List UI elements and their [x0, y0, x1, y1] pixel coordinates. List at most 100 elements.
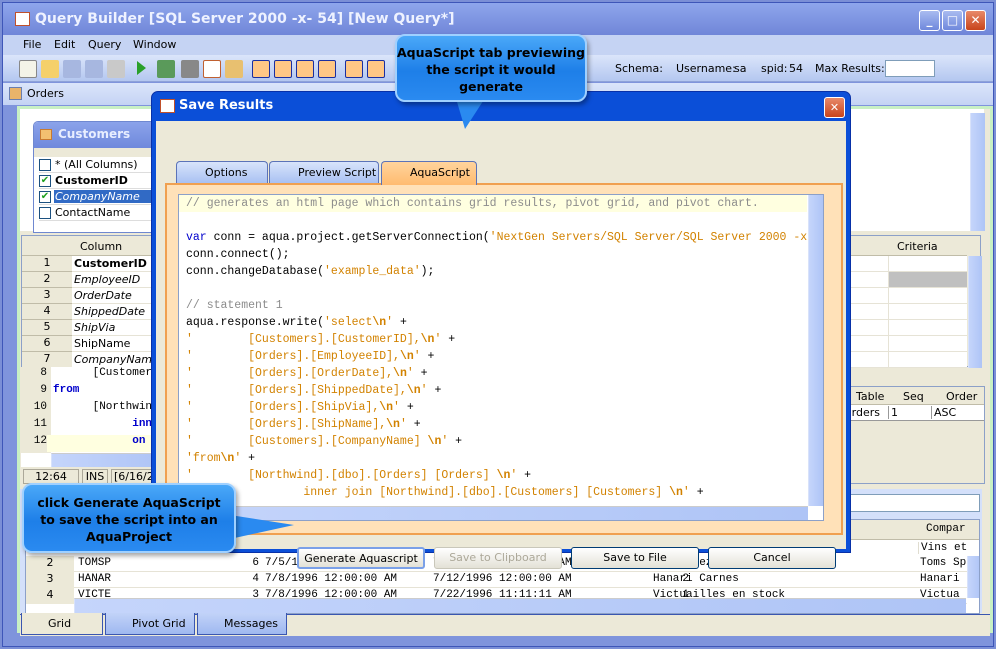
criteria-scrollbar[interactable] — [968, 256, 982, 368]
code-token: conn = aqua.project.getServerConnection( — [206, 231, 490, 244]
line-number: 12 — [21, 435, 47, 452]
add-table-icon[interactable] — [225, 60, 243, 78]
tab-pivot-grid[interactable]: Pivot Grid — [105, 613, 195, 635]
code-line: ' inner join [Northwind].[dbo].[Customer… — [184, 484, 807, 501]
tab-label: AquaScript — [410, 166, 470, 179]
code-line: // statement 1 — [184, 297, 807, 314]
sort-icon[interactable] — [367, 60, 385, 78]
code-line: // generates an html page which contains… — [184, 195, 807, 212]
minimize-button[interactable]: _ — [919, 10, 940, 31]
cursor-position: 12:64 — [23, 469, 79, 484]
save-to-clipboard-button[interactable]: Save to Clipboard — [434, 547, 562, 569]
diagram-scrollbar[interactable] — [970, 113, 985, 231]
tab-label: Options — [205, 166, 248, 179]
criteria-cell[interactable] — [888, 336, 967, 351]
new-query-icon[interactable] — [19, 60, 37, 78]
result-cell: 4 — [252, 573, 259, 585]
open-folder-icon[interactable] — [41, 60, 59, 78]
max-results-label: Max Results: — [815, 62, 885, 75]
execute-current-icon[interactable] — [157, 60, 175, 78]
code-token: + — [420, 350, 435, 363]
results-filter-input[interactable] — [850, 494, 980, 512]
checkbox[interactable]: ✔ — [39, 175, 51, 187]
line-number: 11 — [21, 418, 47, 435]
format-icon[interactable] — [203, 60, 221, 78]
cancel-button[interactable]: Cancel — [708, 547, 836, 569]
code-line: ' [Orders].[EmployeeID],\n' + — [184, 348, 807, 365]
table-row[interactable]: 3 HANAR 4 7/8/1996 12:00:00 AM 7/12/1996 12:… — [26, 572, 967, 588]
code-token: \n — [399, 350, 414, 363]
code-token: + — [406, 418, 421, 431]
view-sql-icon[interactable] — [296, 60, 314, 78]
execute-icon[interactable] — [137, 61, 146, 75]
checkbox[interactable]: ✔ — [39, 191, 51, 203]
row-number: 1 — [22, 256, 72, 272]
row-number: 6 — [22, 336, 72, 352]
code-text: from — [53, 384, 80, 396]
generate-aquascript-button[interactable]: Generate Aquascript — [297, 547, 425, 569]
menu-file[interactable]: File — [23, 38, 41, 51]
tab-grid[interactable]: Grid — [21, 613, 103, 635]
checkbox[interactable] — [39, 207, 51, 219]
sort-row[interactable]: Orders 1 ASC — [841, 405, 984, 421]
menu-query[interactable]: Query — [88, 38, 121, 51]
tab-aquascript[interactable]: AquaScript — [381, 161, 477, 185]
sql-editor[interactable]: 8 [Customer 9 from 10 [Northwin 11 inn 12 on — [21, 367, 161, 467]
tab-messages[interactable]: Messages — [197, 613, 287, 635]
menu-window[interactable]: Window — [133, 38, 176, 51]
save-icon[interactable] — [63, 60, 81, 78]
aquascript-editor[interactable]: // generates an html page which contains… — [178, 194, 824, 521]
criteria-cell[interactable] — [888, 256, 967, 271]
save-as-icon[interactable] — [85, 60, 103, 78]
criteria-cell[interactable] — [888, 320, 967, 335]
maximize-button[interactable]: □ — [942, 10, 963, 31]
row-number: 3 — [22, 288, 72, 304]
criteria-cell[interactable] — [888, 272, 967, 287]
criteria-cell[interactable] — [888, 288, 967, 303]
code-token: ' [Northwind].[dbo].[Orders] [Orders] — [186, 469, 497, 482]
criteria-cell[interactable] — [888, 352, 967, 367]
menu-edit[interactable]: Edit — [54, 38, 75, 51]
code-token: // generates an html page which contains… — [186, 197, 759, 210]
code-token: ' — [413, 350, 421, 363]
checkbox[interactable] — [39, 159, 51, 171]
results-hscrollbar[interactable] — [74, 598, 966, 613]
code-token: 'NextGen Servers/SQL Server/SQL Server 2… — [489, 231, 807, 244]
save-results-dialog: Save Results ✕ Options Preview Script Aq… — [151, 91, 851, 569]
column-header: Column — [80, 240, 123, 253]
editor-vscrollbar[interactable] — [808, 195, 823, 506]
code-line: ' [Northwind].[dbo].[Orders] [Orders] \n… — [184, 467, 807, 484]
view-grid-icon[interactable] — [274, 60, 292, 78]
code-line: ' [Orders].[ShipVia],\n' + — [184, 399, 807, 416]
view-diagram-icon[interactable] — [252, 60, 270, 78]
tab-orders[interactable]: Orders — [27, 87, 64, 100]
code-line: 12 on — [21, 435, 161, 452]
sort-seq-header: Seq — [903, 390, 924, 403]
tab-preview-script[interactable]: Preview Script — [269, 161, 379, 183]
dialog-icon — [160, 99, 175, 113]
sort-order-header: Order — [946, 390, 978, 403]
save-to-file-button[interactable]: Save to File — [571, 547, 699, 569]
callout-pointer — [230, 515, 294, 539]
sort-order-cell: ASC — [931, 406, 956, 419]
insert-mode: INS — [82, 469, 108, 484]
tab-options[interactable]: Options — [176, 161, 268, 183]
code-line: ' [Customers].[CompanyName] \n' + — [184, 433, 807, 450]
group-by-icon[interactable] — [345, 60, 363, 78]
results-vscrollbar[interactable] — [967, 556, 979, 598]
view-results-icon[interactable] — [318, 60, 336, 78]
stop-icon[interactable] — [181, 60, 199, 78]
code-token: 'select — [324, 316, 373, 329]
code-line: conn.connect(); — [184, 246, 807, 263]
dialog-close-button[interactable]: ✕ — [824, 97, 845, 118]
criteria-cell[interactable] — [888, 304, 967, 319]
code-token: + — [517, 469, 532, 482]
close-button[interactable]: ✕ — [965, 10, 986, 31]
print-icon[interactable] — [107, 60, 125, 78]
code-text: [Northwin — [53, 401, 153, 413]
username-label: Username: — [676, 62, 736, 75]
sql-hscrollbar[interactable] — [51, 453, 161, 467]
max-results-input[interactable] — [885, 60, 935, 77]
